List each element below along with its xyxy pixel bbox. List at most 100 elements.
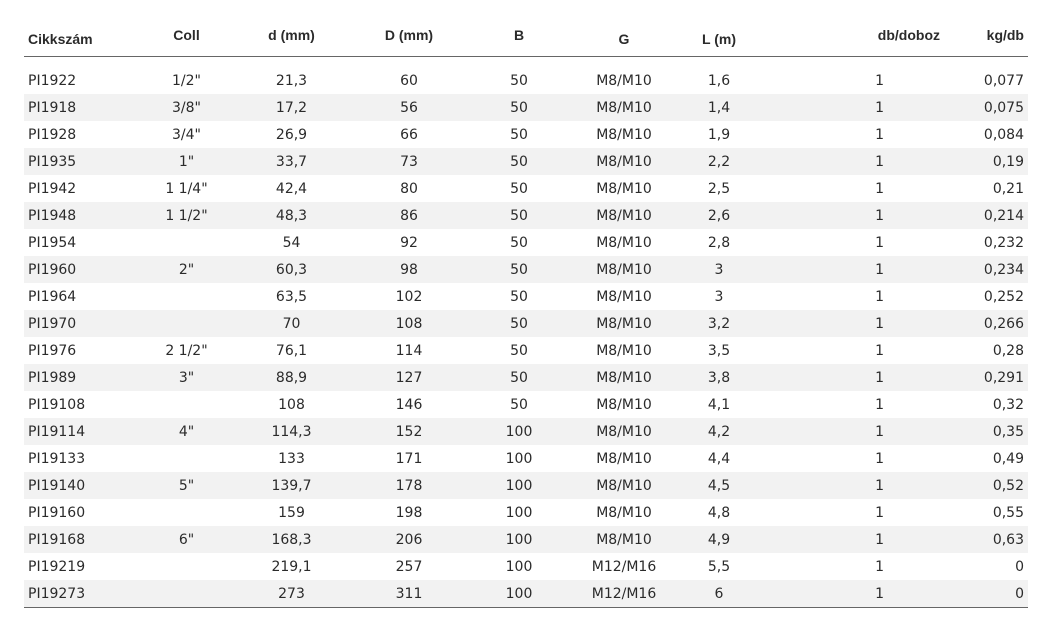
cell-cikkszam: PI19168 — [24, 526, 134, 553]
cell-D-mm: 257 — [344, 553, 474, 580]
cell-D-mm: 86 — [344, 202, 474, 229]
table-header: Cikkszám Coll d (mm) D (mm) B G L (m) db… — [24, 14, 1028, 57]
cell-db-doboz: 1 — [754, 229, 968, 256]
cell-D-mm: 60 — [344, 67, 474, 94]
cell-G: M8/M10 — [564, 229, 684, 256]
cell-B: 100 — [474, 553, 564, 580]
cell-coll — [134, 229, 239, 256]
header-coll: Coll — [134, 14, 239, 57]
cell-G: M8/M10 — [564, 148, 684, 175]
cell-D-mm: 127 — [344, 364, 474, 391]
cell-coll: 1/2" — [134, 67, 239, 94]
cell-d-mm: 21,3 — [239, 67, 344, 94]
header-kg-db: kg/db — [968, 14, 1028, 57]
cell-d-mm: 76,1 — [239, 337, 344, 364]
table-body — [24, 56, 1028, 67]
cell-D-mm: 198 — [344, 499, 474, 526]
cell-kg-db: 0 — [968, 553, 1028, 580]
cell-cikkszam: PI1989 — [24, 364, 134, 391]
cell-G: M8/M10 — [564, 364, 684, 391]
cell-L-m: 2,5 — [684, 175, 754, 202]
cell-D-mm: 92 — [344, 229, 474, 256]
cell-coll: 6" — [134, 526, 239, 553]
cell-L-m: 4,2 — [684, 418, 754, 445]
cell-L-m: 4,5 — [684, 472, 754, 499]
cell-B: 50 — [474, 283, 564, 310]
cell-B: 50 — [474, 67, 564, 94]
cell-cikkszam: PI19140 — [24, 472, 134, 499]
cell-cikkszam: PI19114 — [24, 418, 134, 445]
cell-G: M8/M10 — [564, 310, 684, 337]
cell-L-m: 2,8 — [684, 229, 754, 256]
cell-coll: 2" — [134, 256, 239, 283]
cell-G: M8/M10 — [564, 526, 684, 553]
cell-d-mm: 17,2 — [239, 94, 344, 121]
cell-G: M12/M16 — [564, 553, 684, 580]
table-row: PI1918 3/8" 17,2 56 50 M8/M10 1,4 1 0,075 — [24, 94, 1028, 121]
cell-db-doboz: 1 — [754, 472, 968, 499]
product-spec-table: Cikkszám Coll d (mm) D (mm) B G L (m) db… — [24, 14, 1028, 608]
cell-D-mm: 152 — [344, 418, 474, 445]
cell-B: 50 — [474, 391, 564, 418]
cell-kg-db: 0 — [968, 580, 1028, 608]
table-row: PI1922 1/2" 21,3 60 50 M8/M10 1,6 1 0,077 — [24, 67, 1028, 94]
cell-d-mm: 133 — [239, 445, 344, 472]
cell-coll — [134, 283, 239, 310]
cell-B: 100 — [474, 580, 564, 608]
cell-d-mm: 48,3 — [239, 202, 344, 229]
cell-coll: 2 1/2" — [134, 337, 239, 364]
cell-db-doboz: 1 — [754, 175, 968, 202]
cell-D-mm: 102 — [344, 283, 474, 310]
cell-coll: 1 1/2" — [134, 202, 239, 229]
cell-d-mm: 54 — [239, 229, 344, 256]
cell-db-doboz: 1 — [754, 445, 968, 472]
cell-cikkszam: PI1964 — [24, 283, 134, 310]
cell-db-doboz: 1 — [754, 337, 968, 364]
cell-D-mm: 80 — [344, 175, 474, 202]
cell-D-mm: 66 — [344, 121, 474, 148]
table-row: PI1976 2 1/2" 76,1 114 50 M8/M10 3,5 1 0,28 — [24, 337, 1028, 364]
table-row: PI19273 273 311 100 M12/M16 6 1 0 — [24, 580, 1028, 608]
cell-L-m: 1,4 — [684, 94, 754, 121]
cell-G: M8/M10 — [564, 499, 684, 526]
cell-db-doboz: 1 — [754, 391, 968, 418]
cell-coll: 1" — [134, 148, 239, 175]
cell-B: 50 — [474, 364, 564, 391]
cell-cikkszam: PI1942 — [24, 175, 134, 202]
cell-kg-db: 0,32 — [968, 391, 1028, 418]
cell-coll: 3/8" — [134, 94, 239, 121]
cell-d-mm: 88,9 — [239, 364, 344, 391]
cell-cikkszam: PI1976 — [24, 337, 134, 364]
cell-L-m: 2,6 — [684, 202, 754, 229]
cell-kg-db: 0,49 — [968, 445, 1028, 472]
cell-B: 50 — [474, 202, 564, 229]
cell-kg-db: 0,35 — [968, 418, 1028, 445]
cell-G: M8/M10 — [564, 337, 684, 364]
cell-coll — [134, 580, 239, 608]
cell-d-mm: 33,7 — [239, 148, 344, 175]
cell-G: M8/M10 — [564, 121, 684, 148]
cell-D-mm: 171 — [344, 445, 474, 472]
cell-kg-db: 0,52 — [968, 472, 1028, 499]
cell-d-mm: 63,5 — [239, 283, 344, 310]
cell-G: M8/M10 — [564, 202, 684, 229]
cell-db-doboz: 1 — [754, 94, 968, 121]
header-db-doboz: db/doboz — [754, 14, 968, 57]
table-row: PI1942 1 1/4" 42,4 80 50 M8/M10 2,5 1 0,21 — [24, 175, 1028, 202]
cell-L-m: 5,5 — [684, 553, 754, 580]
cell-coll: 3" — [134, 364, 239, 391]
cell-kg-db: 0,077 — [968, 67, 1028, 94]
header-d-mm: d (mm) — [239, 14, 344, 57]
header-spacer — [24, 56, 1028, 67]
cell-L-m: 4,1 — [684, 391, 754, 418]
cell-L-m: 3,2 — [684, 310, 754, 337]
cell-cikkszam: PI19160 — [24, 499, 134, 526]
cell-D-mm: 56 — [344, 94, 474, 121]
cell-kg-db: 0,19 — [968, 148, 1028, 175]
table-rows: PI1922 1/2" 21,3 60 50 M8/M10 1,6 1 0,077 PI1918 3… — [24, 67, 1028, 608]
cell-db-doboz: 1 — [754, 553, 968, 580]
cell-cikkszam: PI1918 — [24, 94, 134, 121]
cell-L-m: 6 — [684, 580, 754, 608]
cell-L-m: 1,9 — [684, 121, 754, 148]
cell-d-mm: 114,3 — [239, 418, 344, 445]
